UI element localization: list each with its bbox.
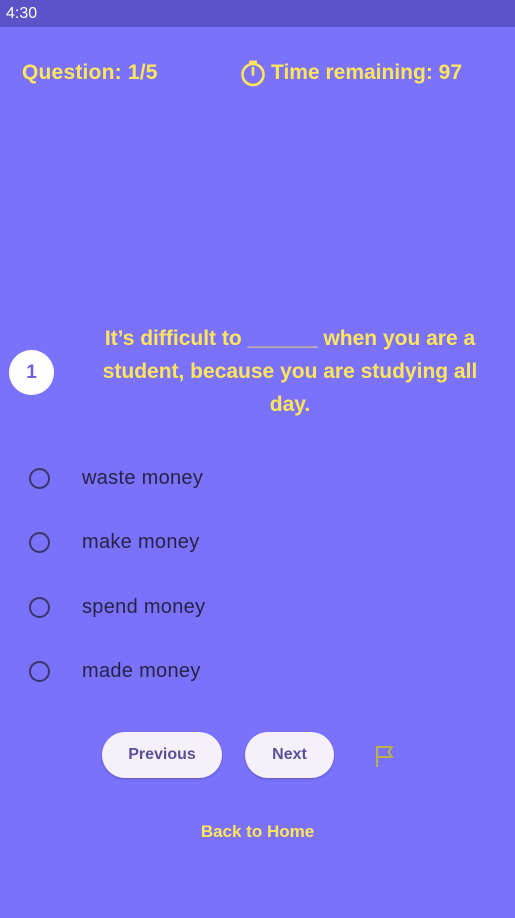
option-waste-money[interactable]: waste money: [0, 446, 515, 511]
option-make-money[interactable]: make money: [0, 511, 515, 576]
previous-button[interactable]: Previous: [102, 732, 222, 778]
time-remaining: Time remaining: 97: [271, 61, 463, 84]
radio-button[interactable]: [29, 596, 50, 618]
radio-button[interactable]: [29, 532, 50, 554]
next-button[interactable]: Next: [245, 732, 334, 778]
radio-button[interactable]: [29, 467, 50, 489]
answer-options: waste money make money spend money made …: [0, 446, 515, 704]
question-counter: Question: 1/5: [22, 61, 158, 84]
radio-button[interactable]: [29, 661, 50, 683]
option-label: spend money: [82, 595, 206, 618]
timer: Time remaining: 97: [239, 59, 462, 87]
option-label: waste money: [82, 466, 204, 489]
option-spend-money[interactable]: spend money: [0, 575, 515, 640]
flag-icon[interactable]: [374, 744, 396, 768]
option-label: make money: [82, 531, 200, 554]
timer-icon: [241, 60, 265, 87]
status-time: 4:30: [6, 5, 38, 22]
question-number-badge: 1: [9, 350, 54, 395]
option-made-money[interactable]: made money: [0, 640, 515, 705]
back-to-home-link[interactable]: Back to Home: [0, 822, 515, 842]
status-bar: 4:30: [0, 0, 515, 27]
question-text: It’s difficult to ______ when you are a …: [102, 327, 478, 416]
option-label: made money: [82, 660, 201, 683]
